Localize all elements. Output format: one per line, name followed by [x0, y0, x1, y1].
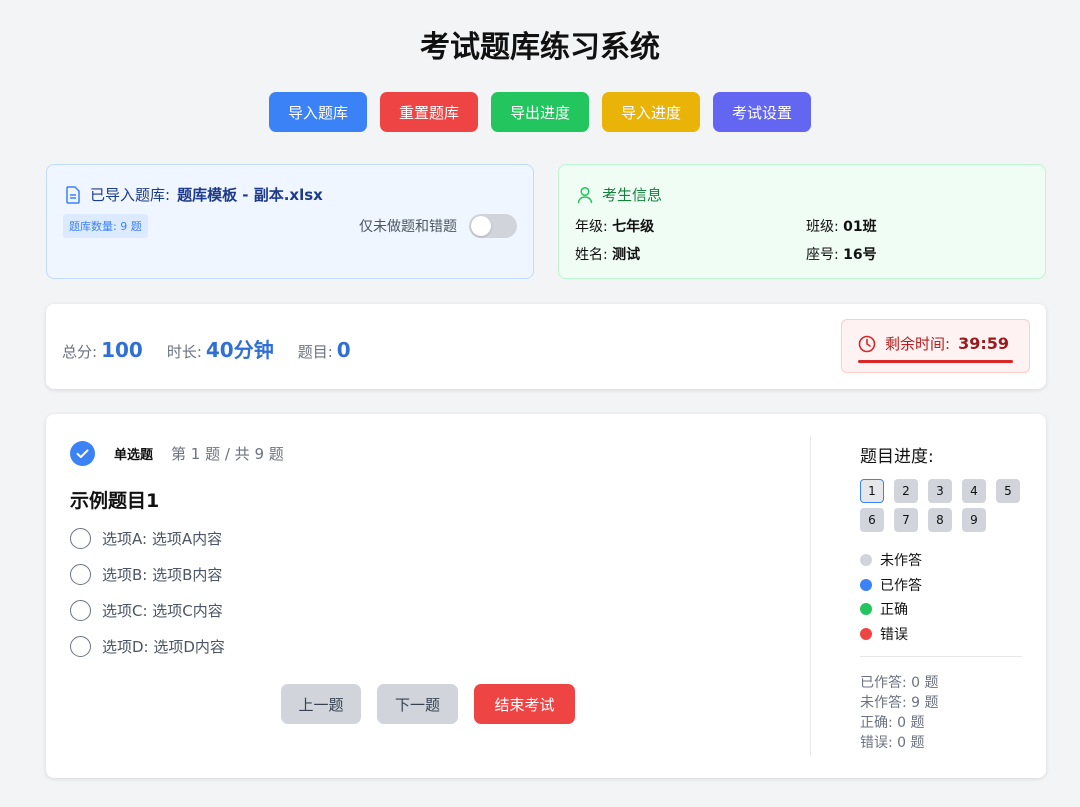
- timer-label: 剩余时间:: [885, 335, 951, 353]
- question-number-button[interactable]: 9: [962, 508, 986, 532]
- import-bank-button[interactable]: 导入题库: [268, 92, 367, 132]
- question-number-button[interactable]: 6: [860, 508, 884, 532]
- question-grid: 1 2 3 4 5 6 7 8 9: [860, 479, 1030, 532]
- legend-label: 正确: [880, 602, 908, 619]
- timer-value: 39:59: [958, 334, 1009, 353]
- class-field: 班级: 01班: [806, 216, 877, 236]
- bank-info-card: 已导入题库: 题库模板 - 副本.xlsx 题库数量: 9 题 仅未做题和错题: [46, 164, 534, 279]
- bank-label: 已导入题库:: [90, 186, 171, 204]
- legend: 未作答 已作答 正确 错误: [860, 548, 922, 646]
- question-title: 示例题目1: [70, 490, 160, 512]
- question-number-button[interactable]: 8: [928, 508, 952, 532]
- exam-settings-button[interactable]: 考试设置: [713, 92, 812, 132]
- clock-icon: [858, 335, 876, 353]
- blue-dot-icon: [860, 578, 872, 591]
- filter-toggle[interactable]: [469, 214, 517, 238]
- timer-progress-bar: [858, 360, 1013, 363]
- questions-label: 题目:: [297, 343, 333, 361]
- class-label: 班级:: [806, 219, 839, 235]
- examinee-title: 考生信息: [602, 186, 663, 204]
- name-label: 姓名:: [575, 247, 608, 263]
- import-progress-button[interactable]: 导入进度: [602, 92, 701, 132]
- legend-unanswered: 未作答: [860, 548, 922, 573]
- option-d[interactable]: 选项D: 选项D内容: [70, 636, 225, 657]
- seat-value: 16号: [843, 247, 877, 263]
- radio-button[interactable]: [70, 636, 91, 657]
- gray-dot-icon: [860, 554, 872, 567]
- user-icon: [577, 186, 593, 204]
- option-c[interactable]: 选项C: 选项C内容: [70, 600, 223, 621]
- toolbar: 导入题库 重置题库 导出进度 导入进度 考试设置: [0, 92, 1080, 132]
- score-value: 100: [101, 338, 143, 362]
- option-label: 选项C: 选项C内容: [102, 602, 223, 620]
- legend-answered: 已作答: [860, 573, 922, 598]
- progress-stats: 已作答: 0 题 未作答: 9 题 正确: 0 题 错误: 0 题: [860, 673, 939, 753]
- question-type: 单选题: [114, 448, 154, 463]
- examinee-info-card: 考生信息 年级: 七年级 班级: 01班 姓名: 测试 座号: 16号: [558, 164, 1046, 279]
- option-label: 选项D: 选项D内容: [102, 638, 225, 656]
- question-number-button[interactable]: 3: [928, 479, 952, 503]
- page-title: 考试题库练习系统: [420, 30, 660, 65]
- class-value: 01班: [843, 219, 877, 235]
- option-a[interactable]: 选项A: 选项A内容: [70, 528, 222, 549]
- legend-label: 已作答: [880, 577, 922, 594]
- question-number-button[interactable]: 2: [894, 479, 918, 503]
- option-b[interactable]: 选项B: 选项B内容: [70, 564, 222, 585]
- name-field: 姓名: 测试: [575, 244, 640, 264]
- grade-field: 年级: 七年级: [575, 216, 654, 236]
- question-card: 单选题 第 1 题 / 共 9 题 示例题目1 选项A: 选项A内容 选项B: …: [46, 414, 1046, 778]
- seat-field: 座号: 16号: [806, 244, 877, 264]
- progress-title: 题目进度:: [860, 447, 934, 467]
- stats-divider: [860, 656, 1022, 657]
- duration-label: 时长:: [166, 343, 202, 361]
- option-label: 选项A: 选项A内容: [102, 530, 223, 548]
- legend-wrong: 错误: [860, 622, 922, 647]
- export-progress-button[interactable]: 导出进度: [490, 92, 589, 132]
- score-label: 总分:: [62, 343, 98, 361]
- legend-correct: 正确: [860, 597, 922, 622]
- question-number-button[interactable]: 4: [962, 479, 986, 503]
- exam-summary-card: 总分: 100 时长: 40分钟 题目: 0 剩余时间: 39:59: [46, 304, 1046, 389]
- radio-button[interactable]: [70, 528, 91, 549]
- green-dot-icon: [860, 603, 872, 616]
- seat-label: 座号:: [806, 247, 839, 263]
- questions-value: 0: [336, 338, 351, 362]
- grade-value: 七年级: [612, 219, 655, 235]
- radio-button[interactable]: [70, 564, 91, 585]
- legend-label: 未作答: [880, 553, 922, 570]
- radio-button[interactable]: [70, 600, 91, 621]
- finish-exam-button[interactable]: 结束考试: [474, 684, 575, 724]
- stat-wrong: 错误: 0 题: [860, 735, 925, 751]
- grade-label: 年级:: [575, 219, 608, 235]
- name-value: 测试: [612, 247, 641, 263]
- next-question-button[interactable]: 下一题: [377, 684, 458, 724]
- countdown-timer: 剩余时间: 39:59: [841, 319, 1030, 373]
- stat-answered: 已作答: 0 题: [860, 675, 939, 691]
- question-number-button[interactable]: 1: [860, 479, 884, 503]
- document-icon: [65, 185, 81, 204]
- red-dot-icon: [860, 627, 872, 640]
- bank-count-badge: 题库数量: 9 题: [63, 214, 148, 238]
- stat-correct: 正确: 0 题: [860, 715, 925, 731]
- bank-filename: 题库模板 - 副本.xlsx: [177, 186, 323, 204]
- prev-question-button[interactable]: 上一题: [281, 684, 361, 724]
- question-position: 第 1 题 / 共 9 题: [171, 445, 284, 463]
- question-number-button[interactable]: 5: [996, 479, 1020, 503]
- reset-bank-button[interactable]: 重置题库: [379, 92, 478, 132]
- duration-value: 40分钟: [205, 338, 274, 362]
- option-label: 选项B: 选项B内容: [102, 566, 223, 584]
- filter-label: 仅未做题和错题: [359, 219, 457, 235]
- check-circle-icon: [70, 441, 95, 466]
- question-number-button[interactable]: 7: [894, 508, 918, 532]
- vertical-divider: [810, 436, 811, 756]
- toggle-knob: [471, 216, 491, 236]
- stat-unanswered: 未作答: 9 题: [860, 695, 939, 711]
- legend-label: 错误: [880, 626, 908, 643]
